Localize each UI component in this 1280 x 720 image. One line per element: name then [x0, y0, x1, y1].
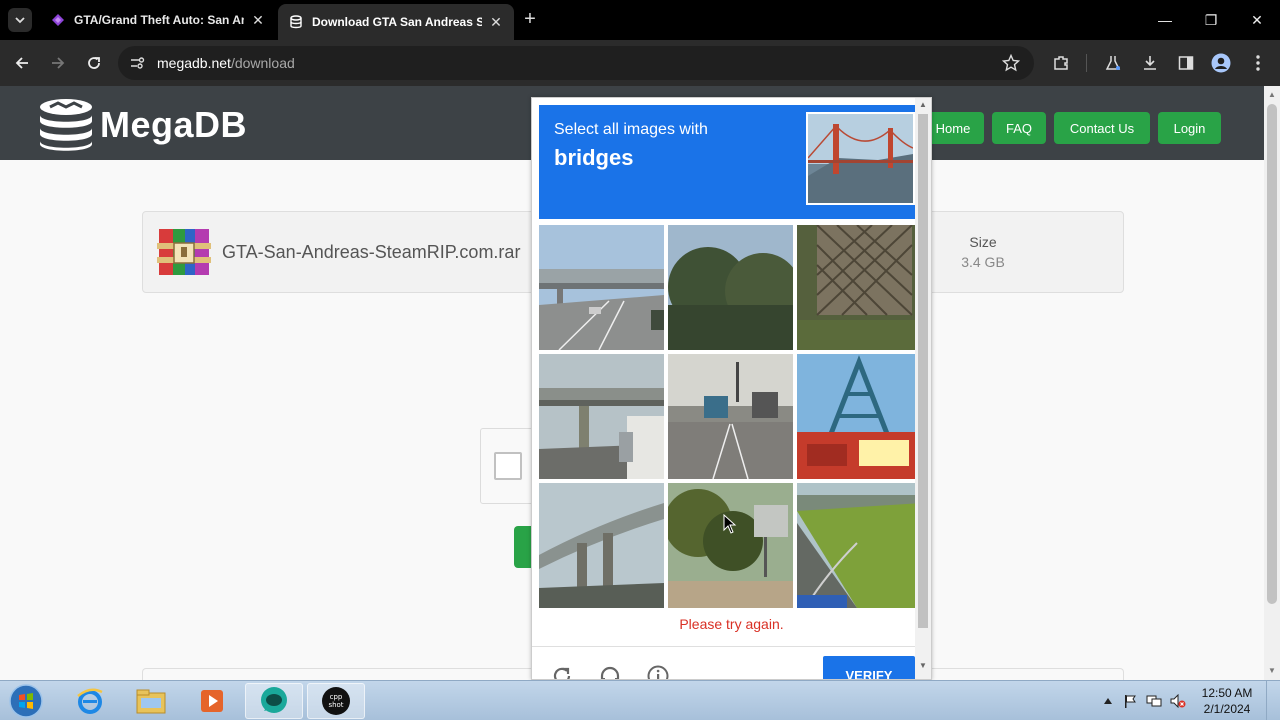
- download-icon[interactable]: [1140, 53, 1160, 73]
- scroll-thumb[interactable]: [1267, 104, 1277, 604]
- file-name: GTA-San-Andreas-SteamRIP.com.rar: [222, 242, 521, 262]
- captcha-tile-6[interactable]: [797, 354, 922, 479]
- headphones-audio-icon[interactable]: [598, 664, 622, 680]
- folder-icon: [136, 689, 166, 714]
- size-value: 3.4 GB: [961, 254, 1005, 270]
- scroll-up-arrow-icon[interactable]: ▲: [1267, 90, 1277, 100]
- chevron-down-icon: [15, 17, 25, 24]
- scroll-down-arrow-icon[interactable]: ▼: [1267, 666, 1277, 676]
- taskbar-internet-explorer[interactable]: [61, 683, 119, 719]
- action-center-flag-icon[interactable]: [1122, 693, 1138, 709]
- url-path: /download: [230, 55, 295, 71]
- windows-logo-icon: [9, 684, 43, 718]
- scroll-down-arrow-icon[interactable]: ▼: [917, 661, 929, 670]
- reload-challenge-icon[interactable]: [550, 664, 574, 680]
- site-info-icon[interactable]: [128, 54, 146, 72]
- challenge-footer-divider: [532, 646, 931, 647]
- captcha-tile-9[interactable]: [797, 483, 922, 608]
- reload-button[interactable]: [81, 50, 107, 76]
- tab-title: GTA/Grand Theft Auto: San Andreas: [74, 13, 244, 27]
- challenge-scrollbar[interactable]: ▲ ▼: [915, 98, 931, 679]
- captcha-tile-7[interactable]: [539, 483, 664, 608]
- recaptcha-challenge: Select all images with bridges Please tr…: [531, 97, 932, 680]
- media-player-icon: [201, 690, 223, 712]
- forward-button[interactable]: [45, 50, 71, 76]
- chat-bubble-icon: [261, 687, 287, 713]
- challenge-target: bridges: [554, 145, 634, 170]
- minimize-button[interactable]: —: [1142, 6, 1188, 34]
- volume-muted-icon[interactable]: [1170, 693, 1186, 709]
- challenge-scroll-thumb[interactable]: [918, 114, 928, 628]
- captcha-tile-8[interactable]: [668, 483, 793, 608]
- internet-explorer-icon: [77, 688, 103, 714]
- database-icon: [288, 14, 304, 30]
- start-button[interactable]: [6, 683, 46, 719]
- captcha-tile-1[interactable]: [539, 225, 664, 350]
- size-label: Size: [969, 234, 997, 250]
- taskbar-cppshot[interactable]: cpp shot: [307, 683, 365, 719]
- captcha-tile-2[interactable]: [668, 225, 793, 350]
- browser-toolbar: megadb.net/download: [0, 40, 1280, 86]
- show-desktop-button[interactable]: [1266, 681, 1280, 720]
- nav-login-button[interactable]: Login: [1158, 112, 1221, 144]
- captcha-tile-5[interactable]: [668, 354, 793, 479]
- rar-archive-icon: [157, 229, 211, 275]
- purple-gem-icon: [50, 12, 66, 28]
- tab-title: Download GTA San Andreas SteamRIP: [312, 15, 482, 29]
- tray-expand-icon[interactable]: [1100, 693, 1116, 709]
- taskbar-chat-app[interactable]: [245, 683, 303, 719]
- info-icon[interactable]: [646, 664, 670, 680]
- reload-icon: [88, 57, 100, 69]
- scroll-up-arrow-icon[interactable]: ▲: [917, 100, 929, 109]
- cppshot-icon: cppshot: [322, 687, 350, 715]
- screen: GTA/Grand Theft Auto: San Andreas ✕ Down…: [0, 0, 1280, 720]
- captcha-tile-3[interactable]: [797, 225, 922, 350]
- svg-text:shot: shot: [328, 701, 343, 709]
- page-scrollbar[interactable]: ▲ ▼: [1264, 86, 1280, 680]
- browser-tabstrip: GTA/Grand Theft Auto: San Andreas ✕ Down…: [0, 0, 1280, 40]
- clock-date: 2/1/2024: [1203, 702, 1251, 716]
- challenge-prompt: Select all images with: [554, 121, 708, 138]
- challenge-header: Select all images with bridges: [539, 105, 915, 219]
- challenge-error-message: Please try again.: [679, 616, 784, 632]
- sample-bridge-image: [806, 112, 915, 205]
- logo-text: MegaDB: [100, 104, 248, 145]
- address-bar[interactable]: megadb.net/download: [118, 46, 1034, 80]
- nav-contact-button[interactable]: Contact Us: [1054, 112, 1150, 144]
- extensions-icon[interactable]: [1051, 53, 1071, 73]
- nav-faq-button[interactable]: FAQ: [992, 112, 1046, 144]
- system-clock[interactable]: 12:50 AM 2/1/2024: [1196, 685, 1258, 717]
- clock-time: 12:50 AM: [1201, 686, 1253, 700]
- network-icon[interactable]: [1146, 693, 1162, 709]
- windows-taskbar: cpp shot 12:50 AM 2/1/2024: [0, 680, 1280, 720]
- toolbar-divider: [1086, 54, 1087, 72]
- tab-search-button[interactable]: [8, 8, 32, 32]
- arrow-right-icon: [52, 57, 65, 69]
- tab-close-icon[interactable]: ✕: [488, 14, 504, 31]
- url-text: megadb.net/download: [157, 55, 295, 71]
- menu-kebab-icon[interactable]: [1248, 53, 1268, 73]
- window-close-button[interactable]: ✕: [1234, 6, 1280, 34]
- taskbar-media-player[interactable]: [183, 683, 241, 719]
- megadb-logo[interactable]: MegaDB: [38, 98, 247, 152]
- side-panel-icon[interactable]: [1176, 53, 1196, 73]
- arrow-left-icon: [15, 57, 28, 69]
- svg-text:cpp: cpp: [330, 693, 343, 701]
- new-tab-button[interactable]: +: [518, 8, 542, 32]
- tab-close-icon[interactable]: ✕: [250, 12, 266, 29]
- restore-button[interactable]: ❐: [1188, 6, 1234, 34]
- recaptcha-checkbox[interactable]: [494, 452, 522, 480]
- bookmark-star-icon[interactable]: [1002, 54, 1020, 72]
- url-host: megadb.net: [157, 55, 231, 71]
- verify-button[interactable]: VERIFY: [823, 656, 915, 679]
- database-stack-icon: [40, 99, 92, 151]
- labs-flask-icon[interactable]: [1103, 53, 1123, 73]
- back-button[interactable]: [9, 50, 35, 76]
- captcha-tile-4[interactable]: [539, 354, 664, 479]
- profile-avatar-icon[interactable]: [1211, 53, 1231, 73]
- taskbar-file-explorer[interactable]: [122, 683, 180, 719]
- tab-megadb-download[interactable]: Download GTA San Andreas SteamRIP ✕: [278, 4, 514, 40]
- tab-gta-wiki[interactable]: GTA/Grand Theft Auto: San Andreas ✕: [40, 4, 276, 36]
- mouse-cursor-icon: [723, 514, 737, 534]
